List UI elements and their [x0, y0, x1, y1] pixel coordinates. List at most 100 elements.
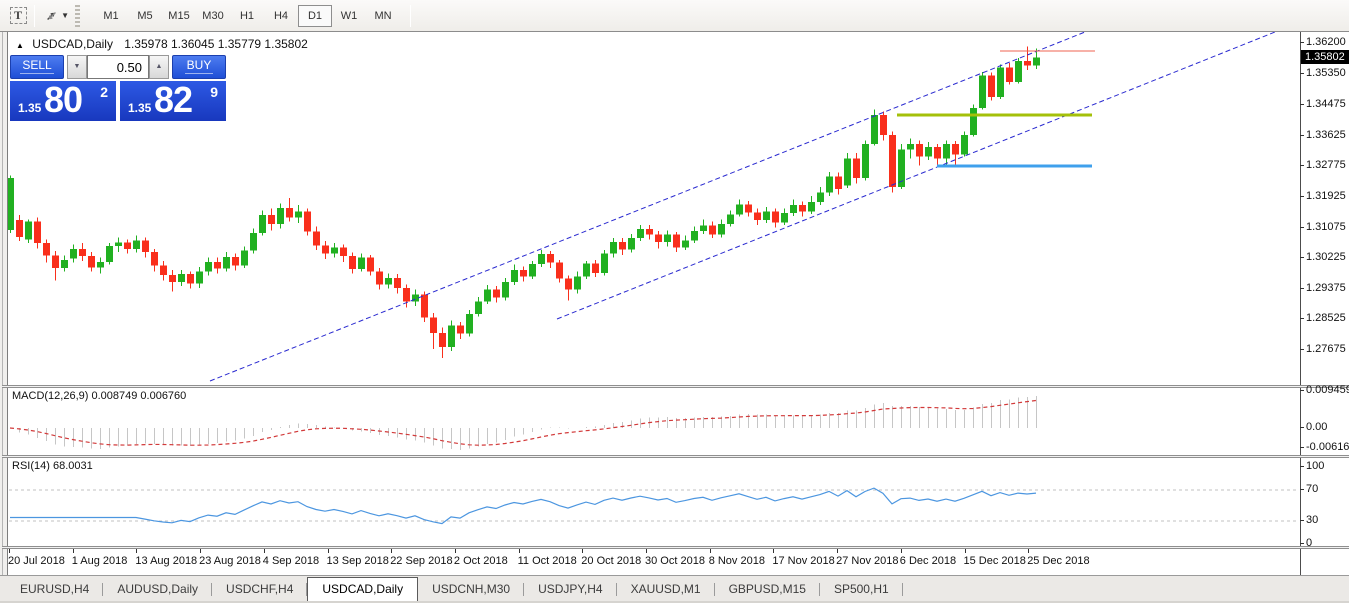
text-label-tool-icon[interactable]: T	[6, 5, 30, 27]
buy-price-pip: 9	[210, 84, 218, 100]
window-border	[2, 32, 3, 575]
chart-tab-usdjpy[interactable]: USDJPY,H4	[524, 578, 616, 601]
axis-separator	[1300, 32, 1301, 575]
date-tick	[773, 549, 774, 553]
date-tick	[9, 549, 10, 553]
chart-ohlc-values: 1.35978 1.36045 1.35779 1.35802	[124, 37, 308, 51]
timeframe-button-mn[interactable]: MN	[366, 5, 400, 27]
timeframe-button-m1[interactable]: M1	[94, 5, 128, 27]
diagonal-arrows-icon	[45, 9, 58, 23]
rsi-axis-label: 0	[1306, 537, 1349, 550]
arrows-tool-icon[interactable]: ▼	[45, 5, 69, 27]
date-tick	[646, 549, 647, 553]
date-axis-label: 6 Dec 2018	[900, 555, 956, 567]
volume-input[interactable]	[87, 55, 149, 79]
chart-tab-sp500[interactable]: SP500,H1	[820, 578, 903, 601]
macd-axis-label: -0.006169	[1306, 441, 1349, 454]
chart-tab-bar: EURUSD,H4AUDUSD,DailyUSDCHF,H4USDCAD,Dai…	[0, 576, 1349, 601]
chart-tab-gbpusd[interactable]: GBPUSD,M15	[715, 578, 820, 601]
timeframe-group: M1M5M15M30H1H4D1W1MN	[94, 5, 400, 27]
toolbar-separator	[410, 5, 411, 27]
date-axis-label: 23 Aug 2018	[199, 555, 261, 567]
date-axis-label: 20 Oct 2018	[581, 555, 641, 567]
date-axis-label: 2 Oct 2018	[454, 555, 508, 567]
price-axis-label: 1.30225	[1306, 251, 1349, 264]
buy-price-display[interactable]: 1.35 82 9	[120, 81, 226, 121]
chart-tab-eurusd[interactable]: EURUSD,H4	[6, 578, 103, 601]
timeframe-button-h4[interactable]: H4	[264, 5, 298, 27]
date-tick	[901, 549, 902, 553]
date-tick	[136, 549, 137, 553]
date-axis-separator	[2, 546, 1349, 549]
top-toolbar: T ▼ M1M5M15M30H1H4D1W1MN	[0, 0, 1349, 31]
timeframe-button-m30[interactable]: M30	[196, 5, 230, 27]
sell-button[interactable]: SELL	[10, 55, 64, 79]
sell-price-display[interactable]: 1.35 80 2	[10, 81, 116, 121]
chart-symbol-label: USDCAD,Daily	[32, 37, 113, 51]
timeframe-button-h1[interactable]: H1	[230, 5, 264, 27]
toolbar-separator	[34, 5, 35, 27]
date-tick	[264, 549, 265, 553]
rsi-indicator-label: RSI(14) 68.0031	[12, 460, 93, 472]
rsi-panel-separator[interactable]	[2, 455, 1349, 458]
date-axis-label: 27 Nov 2018	[836, 555, 898, 567]
date-tick	[391, 549, 392, 553]
chart-tab-audusd[interactable]: AUDUSD,Daily	[103, 578, 212, 601]
date-axis-label: 25 Dec 2018	[1027, 555, 1089, 567]
date-tick	[710, 549, 711, 553]
date-axis-label: 13 Aug 2018	[135, 555, 197, 567]
date-tick	[837, 549, 838, 553]
date-axis-label: 4 Sep 2018	[263, 555, 319, 567]
macd-axis-label: 0.00	[1306, 421, 1349, 434]
chart-title: ▲ USDCAD,Daily 1.35978 1.36045 1.35779 1…	[16, 37, 308, 51]
date-axis-label: 11 Oct 2018	[518, 555, 577, 567]
sell-price-prefix: 1.35	[18, 101, 41, 115]
toolbar-border	[0, 31, 1349, 32]
chart-tab-usdcnh[interactable]: USDCNH,M30	[418, 578, 524, 601]
date-tick	[455, 549, 456, 553]
price-axis-label: 1.35350	[1306, 67, 1349, 80]
sell-price-pip: 2	[100, 84, 108, 100]
timeframe-button-d1[interactable]: D1	[298, 5, 332, 27]
chart-tab-xauusd[interactable]: XAUUSD,M1	[617, 578, 715, 601]
dropdown-caret-icon[interactable]: ▼	[61, 11, 69, 20]
date-axis-label: 1 Aug 2018	[72, 555, 128, 567]
macd-axis-label: 0.009459	[1306, 384, 1349, 397]
rsi-axis-label: 30	[1306, 514, 1349, 527]
rsi-axis-label: 100	[1306, 460, 1349, 473]
price-axis-label: 1.31925	[1306, 190, 1349, 203]
volume-increase-button[interactable]: ▲	[149, 55, 169, 79]
timeframe-button-w1[interactable]: W1	[332, 5, 366, 27]
date-axis-label: 22 Sep 2018	[390, 555, 452, 567]
current-price-tag: 1.35802	[1301, 50, 1349, 64]
price-axis-label: 1.33625	[1306, 129, 1349, 142]
price-axis-label: 1.32775	[1306, 159, 1349, 172]
sell-price-big: 80	[44, 81, 82, 121]
date-axis-label: 13 Sep 2018	[327, 555, 389, 567]
price-axis-label: 1.31075	[1306, 221, 1349, 234]
date-axis-label: 15 Dec 2018	[964, 555, 1026, 567]
date-axis-label: 30 Oct 2018	[645, 555, 705, 567]
date-tick	[328, 549, 329, 553]
date-axis-label: 20 Jul 2018	[8, 555, 65, 567]
date-axis-label: 8 Nov 2018	[709, 555, 765, 567]
volume-decrease-button[interactable]: ▼	[67, 55, 87, 79]
chart-tab-usdcad[interactable]: USDCAD,Daily	[307, 577, 418, 601]
buy-price-big: 82	[154, 81, 192, 121]
date-tick	[1028, 549, 1029, 553]
macd-panel-separator[interactable]	[2, 385, 1349, 388]
date-tick	[519, 549, 520, 553]
macd-indicator-label: MACD(12,26,9) 0.008749 0.006760	[12, 390, 186, 402]
timeframe-button-m15[interactable]: M15	[162, 5, 196, 27]
buy-button[interactable]: BUY	[172, 55, 226, 79]
price-axis-label: 1.34475	[1306, 98, 1349, 111]
price-axis-label: 1.28525	[1306, 312, 1349, 325]
toolbar-grip[interactable]	[75, 5, 80, 27]
date-axis-label: 17 Nov 2018	[772, 555, 834, 567]
price-axis-label: 1.36200	[1306, 36, 1349, 49]
buy-price-prefix: 1.35	[128, 101, 151, 115]
timeframe-button-m5[interactable]: M5	[128, 5, 162, 27]
collapse-chart-icon[interactable]: ▲	[16, 41, 24, 50]
chart-tab-usdchf[interactable]: USDCHF,H4	[212, 578, 307, 601]
price-axis-label: 1.29375	[1306, 282, 1349, 295]
